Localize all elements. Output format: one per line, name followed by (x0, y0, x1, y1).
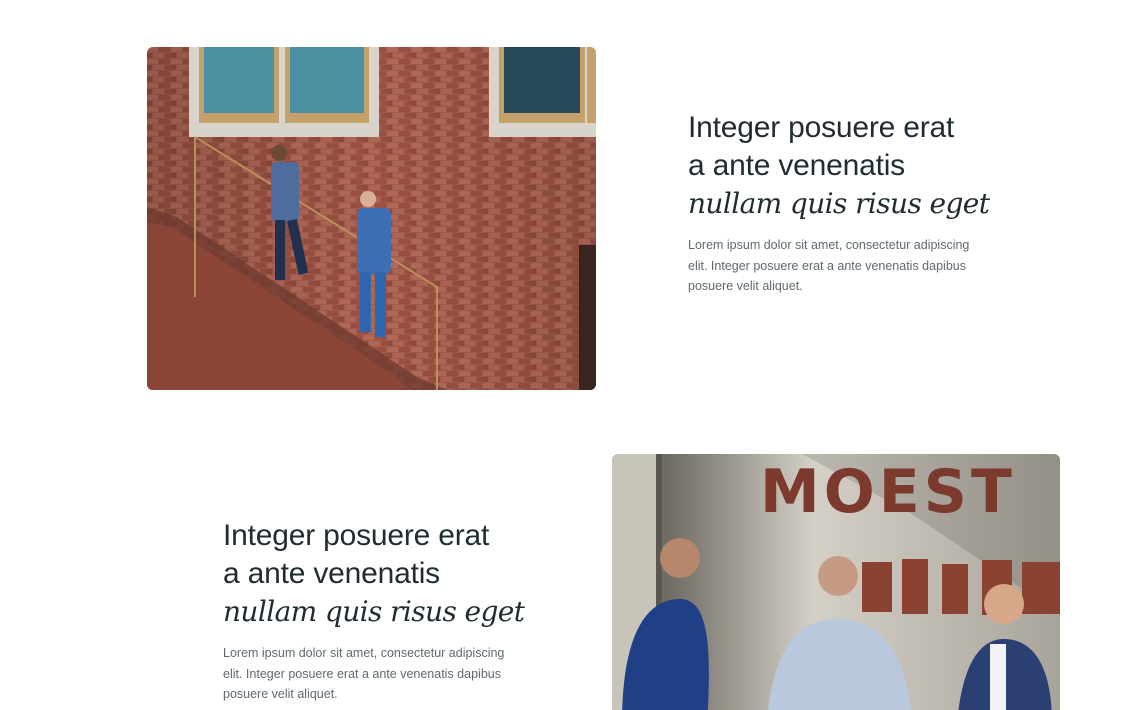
stairs-photo-image (147, 47, 596, 390)
team-photo-image: MOEST (612, 454, 1060, 710)
page: Integer posuere erat a ante venenatis nu… (0, 0, 1137, 710)
heading-line-2: a ante venenatis (688, 149, 905, 182)
feature-body-1: Lorem ipsum dolor sit amet, consectetur … (688, 238, 970, 293)
heading-line-3-italic: nullam quis risus eget (688, 187, 990, 220)
feature-heading-2: Integer posuere erat a ante venenatis nu… (223, 517, 543, 631)
feature-heading-1: Integer posuere erat a ante venenatis nu… (688, 109, 1008, 223)
feature-text-2: Integer posuere erat a ante venenatis nu… (223, 517, 543, 705)
feature-text-1: Integer posuere erat a ante venenatis nu… (688, 109, 1008, 297)
feature-body-2: Lorem ipsum dolor sit amet, consectetur … (223, 646, 505, 701)
heading-line-1: Integer posuere erat (223, 519, 490, 552)
heading-line-3-italic: nullam quis risus eget (223, 595, 525, 628)
heading-line-1: Integer posuere erat (688, 111, 955, 144)
team-photo: MOEST (612, 454, 1060, 710)
heading-line-2: a ante venenatis (223, 557, 440, 590)
wall-sign: MOEST (760, 457, 1016, 527)
stairs-photo (147, 47, 596, 390)
